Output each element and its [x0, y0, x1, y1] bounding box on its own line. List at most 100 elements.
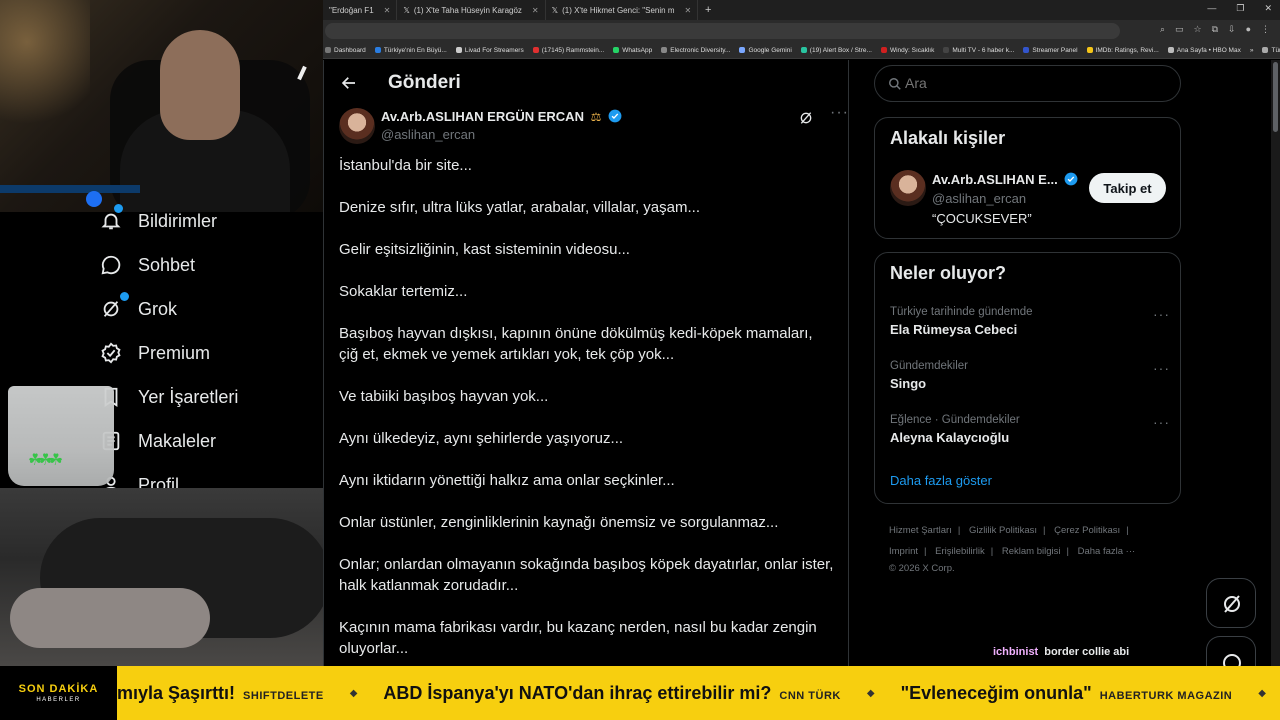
restore-icon[interactable]: ❐	[1236, 3, 1244, 14]
sidebar-item-label: Grok	[138, 298, 178, 319]
post-column: Gönderi Av.Arb.ASLIHAN ERGÜN ERCAN ⚖ @as…	[323, 60, 849, 666]
footer-link[interactable]: Erişilebilirlik	[935, 546, 985, 557]
trend-item[interactable]: Eğlence · Gündemdekiler Aleyna Kalaycıoğ…	[890, 414, 1170, 445]
minimize-icon[interactable]: —	[1207, 3, 1216, 14]
post-header: Gönderi	[324, 60, 850, 106]
more-options-icon[interactable]: ···	[1153, 360, 1170, 376]
avatar[interactable]	[890, 170, 926, 206]
follow-button[interactable]: Takip et	[1089, 173, 1166, 203]
ticker-separator-icon: ◆	[1258, 687, 1266, 699]
more-options-icon[interactable]: ···	[830, 104, 849, 122]
bookmark-item[interactable]: »	[1250, 47, 1254, 54]
bookmark-item[interactable]: WhatsApp	[613, 47, 652, 54]
trend-name: Singo	[890, 376, 927, 391]
webcam-blue-bar	[0, 185, 140, 193]
footer-link[interactable]: Reklam bilgisi	[1002, 546, 1061, 557]
related-name-row[interactable]: Av.Arb.ASLIHAN E...	[932, 172, 1078, 187]
back-arrow-icon[interactable]	[340, 74, 358, 92]
more-options-icon[interactable]: ···	[1153, 414, 1170, 430]
browser-tab[interactable]: 𝕏 (1) X'te Hikmet Genci: "Senin m ✕	[546, 0, 699, 20]
ticker-source: SHIFTDELETE	[243, 689, 324, 702]
bookmark-favicon-icon	[661, 47, 668, 53]
post-paragraph: Denize sıfır, ultra lüks yatlar, arabala…	[339, 199, 700, 216]
footer-link[interactable]: Çerez Politikası	[1054, 525, 1120, 536]
sidebar-item-sohbet[interactable]: Sohbet	[100, 254, 195, 276]
post-author: Av.Arb.ASLIHAN ERGÜN ERCAN ⚖ @aslihan_er…	[339, 104, 848, 148]
ticker-item: "Evleneceğim onunla" HABERTURK MAGAZIN	[901, 683, 1233, 704]
scrollbar-thumb[interactable]	[1273, 62, 1278, 132]
author-name-row[interactable]: Av.Arb.ASLIHAN ERGÜN ERCAN ⚖	[381, 109, 622, 124]
footer-separator: |	[990, 546, 994, 557]
bookmark-item[interactable]: Ana Sayfa • HBO Max	[1167, 47, 1241, 54]
close-icon[interactable]: ✕	[684, 6, 691, 15]
grok-icon[interactable]	[798, 110, 814, 126]
pet-cam-overlay	[0, 488, 323, 666]
bookmark-item[interactable]: Dashboard	[325, 47, 366, 54]
window-controls: — ❐ ✕	[1207, 3, 1272, 14]
more-options-icon[interactable]: ···	[1153, 306, 1170, 322]
address-bar[interactable]	[325, 23, 1120, 39]
bookmark-item[interactable]: Tüm Yer İşaretleri	[1262, 47, 1280, 54]
bookmark-item[interactable]: Google Gemini	[739, 47, 792, 54]
bookmark-item[interactable]: (17145) Rammstein...	[532, 47, 604, 54]
post-paragraph: Onlar üstünler, zenginliklerinin kaynağı…	[339, 514, 779, 531]
download-icon[interactable]: ⇩	[1228, 24, 1236, 35]
avatar[interactable]	[339, 108, 375, 144]
zoom-icon[interactable]: ⌕	[1160, 24, 1165, 35]
grok-fab-button[interactable]	[1206, 578, 1256, 628]
bookmark-favicon-icon	[943, 47, 950, 53]
related-handle[interactable]: @aslihan_ercan	[932, 191, 1026, 206]
verified-badge-icon	[608, 109, 622, 123]
trend-item[interactable]: Türkiye tarihinde gündemde Ela Rümeysa C…	[890, 306, 1170, 337]
bookmark-item[interactable]: Türkiye'nin En Büyü...	[374, 47, 447, 54]
footer-row: Hizmet Şartları | Gizlilik Politikası | Çe…	[889, 520, 1179, 541]
search-box[interactable]	[874, 65, 1181, 102]
bookmark-item[interactable]: Livad For Streamers	[455, 47, 524, 54]
cast-icon[interactable]: ▭	[1175, 24, 1184, 35]
trend-name: Aleyna Kalaycıoğlu	[890, 430, 1010, 445]
menu-icon[interactable]: ⋮	[1261, 24, 1270, 35]
browser-tab[interactable]: "Erdoğan F1 ✕	[323, 0, 398, 20]
glass-overlay-image: ☘☘☘	[8, 386, 114, 486]
footer-link[interactable]: Hizmet Şartları	[889, 525, 952, 536]
messages-fab-button[interactable]	[1206, 636, 1256, 672]
footer-link[interactable]: Gizlilik Politikası	[969, 525, 1037, 536]
sidebar-item-grok[interactable]: Grok	[100, 292, 178, 320]
star-icon[interactable]: ☆	[1194, 24, 1202, 35]
sidebar-item-yer-isaretleri[interactable]: Yer İşaretleri	[100, 386, 238, 408]
bookmark-favicon-icon	[1167, 47, 1174, 53]
search-input[interactable]	[905, 75, 1165, 91]
profile-icon[interactable]: ●	[1246, 24, 1251, 35]
trend-item[interactable]: Gündemdekiler Singo ···	[890, 360, 1170, 391]
footer-row: Imprint | Erişilebilirlik | Reklam bilgisi…	[889, 541, 1179, 562]
post-paragraph: Aynı ülkedeyiz, aynı şehirlerde yaşıyoru…	[339, 430, 624, 447]
close-window-icon[interactable]: ✕	[1264, 3, 1272, 14]
bookmark-favicon-icon	[880, 47, 887, 53]
bookmark-item[interactable]: IMDb: Ratings, Revi...	[1086, 47, 1159, 54]
author-handle[interactable]: @aslihan_ercan	[381, 127, 475, 142]
close-icon[interactable]: ✕	[384, 6, 391, 15]
sidebar-item-premium[interactable]: Premium	[100, 342, 210, 364]
footer-link[interactable]: Daha fazla ···	[1078, 546, 1136, 557]
bookmark-item[interactable]: Electronic Diversity...	[661, 47, 730, 54]
footer-links: Hizmet Şartları | Gizlilik Politikası | Çe…	[889, 520, 1179, 576]
scrollbar[interactable]	[1271, 60, 1280, 666]
chat-text: border collie abi	[1044, 646, 1130, 658]
trend-meta: Gündemdekiler	[890, 360, 968, 372]
sidebar-item-makaleler[interactable]: Makaleler	[100, 430, 216, 452]
extensions-icon[interactable]: ⧉	[1212, 24, 1218, 35]
sidebar-item-bildirimler[interactable]: Bildirimler	[100, 204, 217, 232]
new-tab-button[interactable]: +	[698, 4, 718, 16]
bookmark-item[interactable]: Multi TV - 6 haber k...	[943, 47, 1014, 54]
post-paragraph: Sokaklar tertemiz...	[339, 283, 468, 300]
bookmark-item[interactable]: (19) Alert Box / Stre...	[800, 47, 872, 54]
bookmark-item[interactable]: Streamer Panel	[1023, 47, 1078, 54]
bookmark-favicon-icon	[613, 47, 620, 53]
footer-link[interactable]: Imprint	[889, 546, 918, 557]
show-more-link[interactable]: Daha fazla göster	[890, 473, 992, 488]
close-icon[interactable]: ✕	[532, 6, 539, 15]
copyright: © 2026 X Corp.	[889, 563, 955, 574]
browser-tab[interactable]: 𝕏 (1) X'te Taha Hüseyin Karagöz ✕	[397, 0, 546, 20]
bookmark-item[interactable]: Windy: Sıcaklık	[880, 47, 934, 54]
bookmark-label: »	[1249, 46, 1254, 54]
